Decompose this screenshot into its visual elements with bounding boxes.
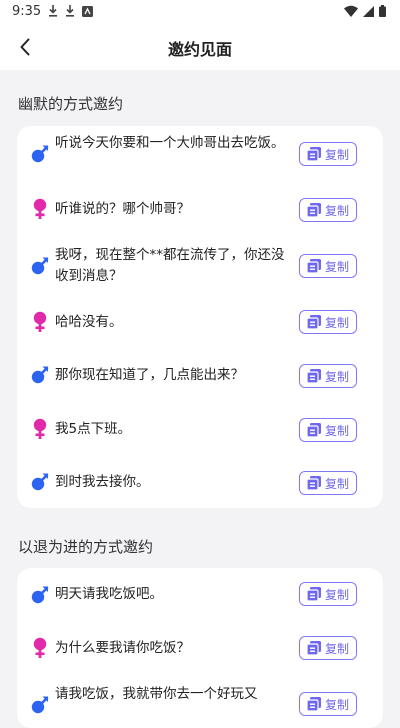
- list-item: 听说今天你要和一个大帅哥出去吃饭。 复制: [17, 126, 383, 182]
- copy-icon: [306, 476, 321, 490]
- dialogue-text: 为什么要我请你吃饭？: [55, 640, 190, 656]
- copy-icon: [306, 147, 321, 161]
- copy-button[interactable]: 复制: [299, 418, 357, 442]
- copy-icon: [306, 369, 321, 383]
- copy-button[interactable]: 复制: [299, 636, 357, 660]
- copy-icon: [306, 423, 321, 437]
- app-notification-icon: [82, 5, 93, 17]
- wifi-icon: [344, 5, 358, 17]
- copy-button[interactable]: 复制: [299, 142, 357, 166]
- copy-button-label: 复制: [324, 423, 349, 438]
- copy-button[interactable]: 复制: [299, 582, 357, 606]
- copy-icon: [306, 641, 321, 655]
- female-icon: [33, 311, 47, 332]
- copy-button-label: 复制: [324, 147, 349, 162]
- list-item: 我5点下班。 复制: [17, 404, 383, 458]
- male-icon: [31, 366, 49, 384]
- dialogue-text: 我呀，现在整个**都在流传了，你还没收到消息？: [55, 247, 285, 284]
- copy-icon: [306, 259, 321, 273]
- list-item: 我呀，现在整个**都在流传了，你还没收到消息？ 复制: [17, 236, 383, 296]
- status-bar: 9:35: [0, 0, 400, 24]
- list-item: 那你现在知道了，几点能出来？ 复制: [17, 350, 383, 404]
- dialogue-text: 听谁说的？哪个帅哥？: [55, 201, 190, 217]
- copy-icon: [306, 697, 321, 711]
- status-system-icons: [344, 5, 386, 17]
- download-icon: [66, 5, 74, 17]
- dialogue-text: 那你现在知道了，几点能出来？: [55, 367, 244, 383]
- dialogue-text: 到时我去接你。: [55, 474, 150, 490]
- male-icon: [31, 696, 49, 714]
- copy-button-label: 复制: [324, 476, 349, 491]
- copy-button-label: 复制: [324, 315, 349, 330]
- copy-button-label: 复制: [324, 641, 349, 656]
- invitation-card-retreat: 明天请我吃饭吧。 复制 为什么要我请你吃饭？ 复制 请我吃饭，我就带你去一个好玩…: [17, 568, 383, 728]
- copy-button[interactable]: 复制: [299, 364, 357, 388]
- copy-button-label: 复制: [324, 259, 349, 274]
- dialogue-text: 明天请我吃饭吧。: [55, 586, 163, 602]
- copy-icon: [306, 315, 321, 329]
- page-title: 邀约见面: [167, 40, 232, 59]
- copy-icon: [306, 587, 321, 601]
- female-icon: [33, 418, 47, 439]
- copy-button[interactable]: 复制: [299, 310, 357, 334]
- dialogue-text: 我5点下班。: [55, 421, 132, 437]
- app-bar: 邀约见面: [0, 24, 400, 70]
- male-icon: [31, 257, 49, 275]
- female-icon: [33, 198, 47, 219]
- copy-button[interactable]: 复制: [299, 254, 357, 278]
- list-item: 哈哈没有。 复制: [17, 296, 383, 350]
- cellular-signal-icon: [363, 5, 374, 17]
- copy-button-label: 复制: [324, 203, 349, 218]
- download-icon: [49, 5, 57, 17]
- male-icon: [31, 473, 49, 491]
- copy-button-label: 复制: [324, 369, 349, 384]
- dialogue-text: 哈哈没有。: [55, 314, 123, 330]
- list-item: 听谁说的？哪个帅哥？ 复制: [17, 182, 383, 236]
- list-item: 请我吃饭，我就带你去一个好玩又 复制: [17, 676, 383, 728]
- list-item: 到时我去接你。 复制: [17, 458, 383, 508]
- status-notifications: [48, 5, 93, 17]
- copy-button-label: 复制: [324, 587, 349, 602]
- male-icon: [31, 586, 49, 604]
- list-item: 为什么要我请你吃饭？ 复制: [17, 622, 383, 676]
- section-title-humorous: 幽默的方式邀约: [18, 95, 124, 113]
- female-icon: [33, 637, 47, 658]
- male-icon: [31, 145, 49, 163]
- copy-button[interactable]: 复制: [299, 198, 357, 222]
- section-title-retreat: 以退为进的方式邀约: [18, 538, 154, 556]
- copy-button[interactable]: 复制: [299, 471, 357, 495]
- dialogue-text: 听说今天你要和一个大帅哥出去吃饭。: [55, 135, 285, 151]
- copy-icon: [306, 203, 321, 217]
- list-item: 明天请我吃饭吧。 复制: [17, 568, 383, 622]
- status-time: 9:35: [12, 4, 42, 19]
- invitation-card-humorous: 听说今天你要和一个大帅哥出去吃饭。 复制 听谁说的？哪个帅哥？ 复制 我呀，现在…: [17, 126, 383, 508]
- battery-icon: [379, 5, 386, 17]
- dialogue-text: 请我吃饭，我就带你去一个好玩又: [55, 686, 258, 702]
- copy-button[interactable]: 复制: [299, 692, 357, 716]
